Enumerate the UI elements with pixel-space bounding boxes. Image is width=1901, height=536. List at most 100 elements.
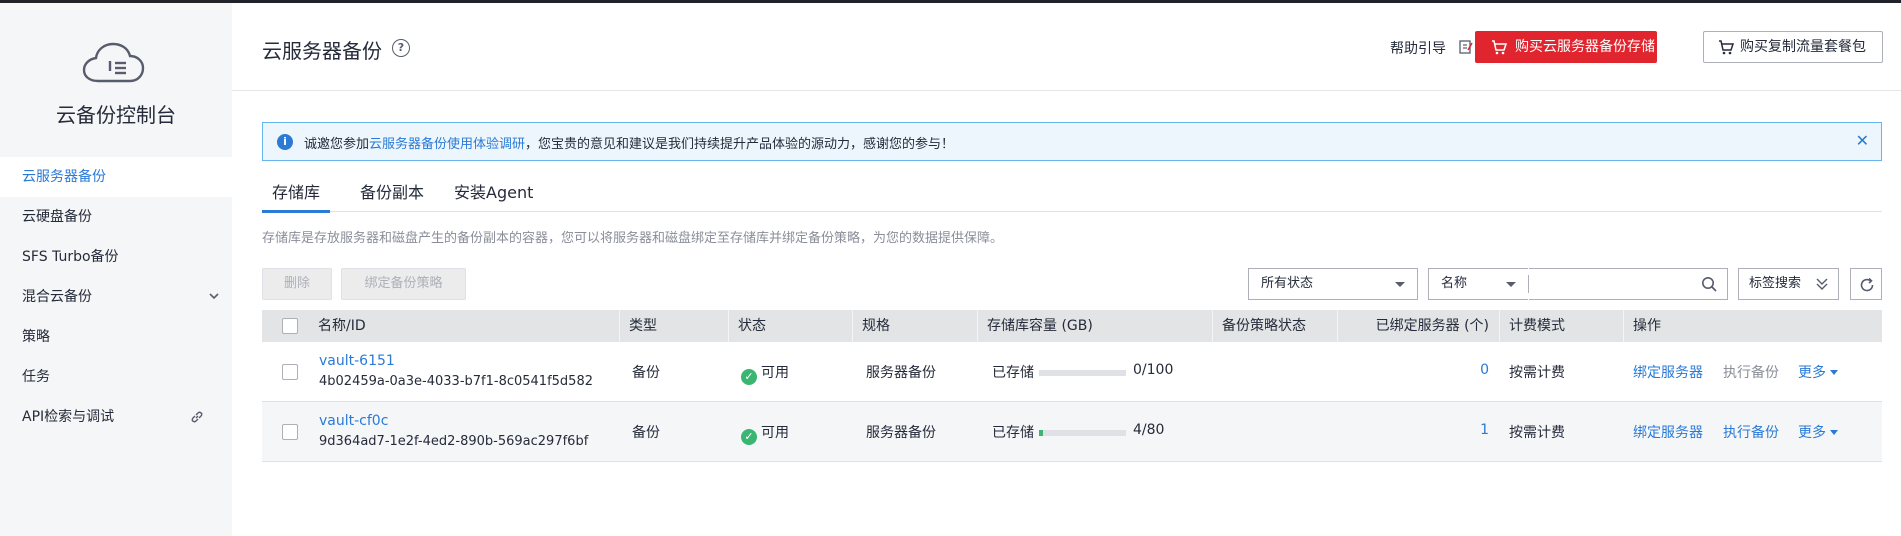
close-icon[interactable]: ✕ — [1856, 131, 1869, 150]
table-row: vault-6151 4b02459a-0a3e-4033-b7f1-8c054… — [262, 342, 1882, 402]
capacity-bar-fill — [1039, 430, 1044, 436]
sidebar-item-label: API检索与调试 — [22, 409, 115, 425]
document-edit-icon — [1459, 40, 1473, 54]
column-header-capacity: 存储库容量 (GB) — [977, 310, 1212, 342]
buy-vault-button[interactable]: 购买云服务器备份存储库 — [1475, 31, 1657, 87]
bind-server-link[interactable]: 绑定服务器 — [1633, 422, 1703, 442]
status-filter-select[interactable]: 所有状态 — [1248, 268, 1418, 300]
search-icon[interactable] — [1701, 276, 1717, 292]
column-header-type: 类型 — [619, 310, 728, 342]
double-chevron-down-icon — [1816, 278, 1828, 290]
sidebar: 云备份控制台 云服务器备份 云硬盘备份 SFS Turbo备份 混合云备份 策略… — [0, 3, 232, 536]
info-icon: i — [277, 134, 293, 150]
tag-search-button[interactable]: 标签搜索 — [1738, 268, 1839, 300]
column-header-actions: 操作 — [1623, 310, 1882, 342]
caret-down-icon — [1830, 370, 1838, 375]
check-circle-icon: ✓ — [741, 369, 757, 385]
check-circle-icon: ✓ — [741, 429, 757, 445]
column-header-name-id: 名称/ID — [318, 318, 366, 334]
tag-search-label: 标签搜索 — [1749, 276, 1802, 291]
page-header: 云服务器备份 ? 帮助引导 购买云服务器备份存储库 购买复制流量套餐包 — [232, 3, 1901, 91]
cart-icon — [1492, 40, 1507, 55]
page-title: 云服务器备份 — [262, 39, 382, 63]
stored-label: 已存储 — [992, 365, 1034, 381]
question-icon[interactable]: ? — [392, 39, 410, 57]
sidebar-item-sfs-turbo-backup[interactable]: SFS Turbo备份 — [0, 237, 232, 277]
capacity-text: 0/100 — [1133, 362, 1174, 378]
caret-down-icon — [1395, 282, 1405, 287]
billing-mode: 按需计费 — [1509, 425, 1565, 441]
bind-policy-button[interactable]: 绑定备份策略 — [341, 268, 466, 300]
cart-icon — [1719, 40, 1734, 55]
refresh-button[interactable] — [1850, 268, 1882, 300]
buy-traffic-label: 购买复制流量套餐包 — [1740, 39, 1866, 55]
column-header-spec: 规格 — [852, 310, 977, 342]
column-header-policy-status: 备份策略状态 — [1212, 310, 1337, 342]
vault-type: 备份 — [632, 425, 660, 441]
console-title: 云备份控制台 — [56, 103, 176, 127]
vault-id: 9d364ad7-1e2f-4ed2-890b-569ac297f6bf — [319, 434, 589, 449]
row-checkbox[interactable] — [282, 364, 298, 380]
vault-name-link[interactable]: vault-6151 — [319, 353, 395, 369]
vault-spec: 服务器备份 — [866, 425, 936, 441]
column-header-billing: 计费模式 — [1499, 310, 1623, 342]
vault-status-text: 可用 — [761, 425, 789, 441]
stored-label: 已存储 — [992, 425, 1034, 441]
caret-down-icon — [1506, 282, 1516, 287]
vault-id: 4b02459a-0a3e-4033-b7f1-8c0541f5d582 — [319, 374, 593, 389]
column-header-bound-servers: 已绑定服务器 (个) — [1337, 310, 1499, 342]
sidebar-nav: 云服务器备份 云硬盘备份 SFS Turbo备份 混合云备份 策略 任务 API… — [0, 157, 232, 437]
vault-name-link[interactable]: vault-cf0c — [319, 413, 388, 429]
table-row: vault-cf0c 9d364ad7-1e2f-4ed2-890b-569ac… — [262, 402, 1882, 462]
help-guide-link[interactable]: 帮助引导 — [1390, 38, 1446, 58]
notice-suffix: ，您宝贵的意见和建议是我们持续提升产品体验的源动力，感谢您的参与！ — [525, 137, 955, 152]
sidebar-item-cloud-server-backup[interactable]: 云服务器备份 — [0, 157, 232, 197]
delete-button[interactable]: 删除 — [262, 268, 332, 300]
more-label: 更多 — [1798, 365, 1826, 381]
vault-status-text: 可用 — [761, 365, 789, 381]
vault-status: ✓ 可用 — [741, 362, 789, 385]
page-description: 存储库是存放服务器和磁盘产生的备份副本的容器，您可以将服务器和磁盘绑定至存储库并… — [262, 231, 1004, 246]
cloud-backup-logo-icon — [82, 42, 145, 83]
search-field-select[interactable]: 名称 — [1428, 268, 1528, 300]
run-backup-link[interactable]: 执行备份 — [1723, 422, 1779, 442]
more-label: 更多 — [1798, 425, 1826, 441]
tab-bar: 存储库 备份副本 安装Agent — [262, 180, 1882, 213]
run-backup-link[interactable]: 执行备份 — [1723, 362, 1779, 382]
vault-spec: 服务器备份 — [866, 365, 936, 381]
external-link-icon — [191, 411, 203, 423]
row-checkbox[interactable] — [282, 424, 298, 440]
status-filter-value: 所有状态 — [1261, 276, 1314, 291]
bound-servers-count[interactable]: 1 — [1337, 422, 1489, 438]
buy-vault-label: 购买云服务器备份存储库 — [1515, 39, 1655, 87]
tab-install-agent[interactable]: 安装Agent — [444, 182, 543, 212]
select-all-checkbox[interactable] — [282, 318, 298, 334]
sidebar-item-label: 混合云备份 — [22, 289, 92, 305]
refresh-icon — [1860, 277, 1874, 292]
sidebar-item-policy[interactable]: 策略 — [0, 317, 232, 357]
vault-type: 备份 — [632, 365, 660, 381]
column-header-status: 状态 — [728, 310, 852, 342]
sidebar-item-tasks[interactable]: 任务 — [0, 357, 232, 397]
capacity-text: 4/80 — [1133, 422, 1165, 438]
sidebar-item-hybrid-cloud-backup[interactable]: 混合云备份 — [0, 277, 232, 317]
tab-vaults[interactable]: 存储库 — [262, 182, 331, 213]
billing-mode: 按需计费 — [1509, 365, 1565, 381]
bound-servers-count[interactable]: 0 — [1337, 362, 1489, 378]
more-actions-menu[interactable]: 更多 — [1798, 422, 1838, 442]
bind-server-link[interactable]: 绑定服务器 — [1633, 362, 1703, 382]
capacity-bar — [1039, 430, 1126, 436]
search-input[interactable] — [1529, 269, 1689, 299]
survey-link[interactable]: 云服务器备份使用体验调研 — [369, 137, 525, 152]
caret-down-icon — [1830, 430, 1838, 435]
vault-status: ✓ 可用 — [741, 422, 789, 445]
buy-traffic-package-button[interactable]: 购买复制流量套餐包 — [1703, 31, 1883, 63]
search-field-value: 名称 — [1441, 276, 1468, 291]
tab-backup-copies[interactable]: 备份副本 — [350, 182, 434, 212]
more-actions-menu[interactable]: 更多 — [1798, 362, 1838, 382]
sidebar-item-api-explorer[interactable]: API检索与调试 — [0, 397, 232, 437]
notice-text: 诚邀您参加云服务器备份使用体验调研，您宝贵的意见和建议是我们持续提升产品体验的源… — [304, 133, 954, 152]
survey-notice: i 诚邀您参加云服务器备份使用体验调研，您宝贵的意见和建议是我们持续提升产品体验… — [262, 122, 1882, 161]
sidebar-item-disk-backup[interactable]: 云硬盘备份 — [0, 197, 232, 237]
chevron-down-icon — [208, 277, 220, 317]
